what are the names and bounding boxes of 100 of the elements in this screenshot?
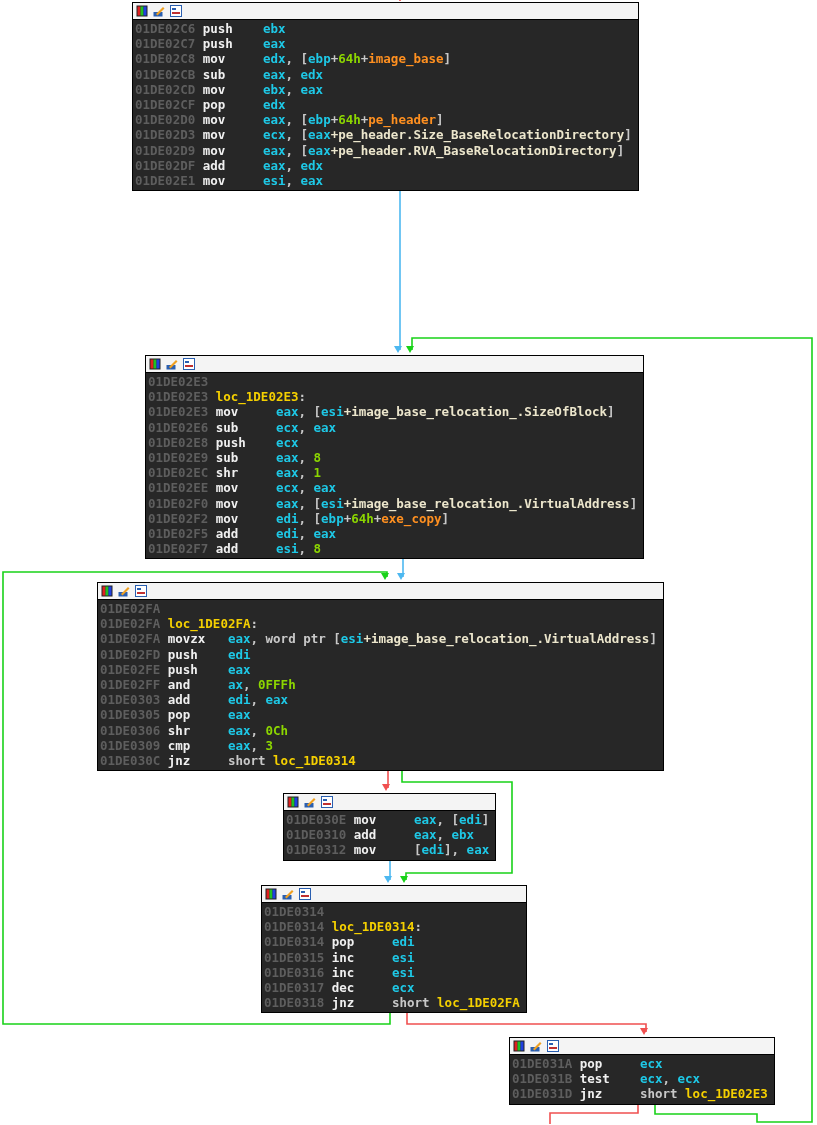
pencil-icon[interactable]	[153, 5, 165, 17]
mnemonic-text: mov	[215, 480, 240, 496]
operand-text: ecx, [eax+pe_header.Size_BaseRelocationDirectory]	[262, 127, 632, 143]
operand-text: short loc_1DE0314	[227, 752, 356, 769]
operand-text: eax, [eax+pe_header.RVA_BaseRelocationDirectory]	[262, 142, 625, 158]
operand-text: eax, edx	[262, 66, 324, 82]
operand-text: edx	[262, 96, 286, 113]
operand-text: eax, [esi+image_base_relocation_.SizeOfBlock]	[275, 404, 615, 420]
operand-text: edi	[227, 646, 251, 662]
operand-text: eax, ebx	[413, 827, 475, 843]
mnemonic-text: mov	[202, 112, 227, 128]
mnemonic-text: pop	[331, 934, 355, 950]
operand-text: eax, 0Ch	[227, 722, 289, 738]
operand-text: edi, eax	[227, 692, 289, 708]
mnemonic-text: sub	[215, 419, 240, 435]
color-grid-icon[interactable]	[265, 888, 277, 900]
operand-text: ecx, eax	[275, 480, 337, 496]
operand-text: eax	[227, 707, 251, 723]
mnemonic-text: inc	[331, 949, 356, 965]
window-icon[interactable]	[135, 585, 147, 597]
mnemonic-text: add	[353, 827, 378, 843]
mnemonic-text: jnz	[579, 1086, 604, 1102]
operand-text: short loc_1DE02FA	[391, 995, 520, 1011]
window-icon[interactable]	[183, 358, 195, 370]
color-grid-icon[interactable]	[136, 5, 148, 17]
operand-text: esi, 8	[275, 541, 322, 557]
mnemonic-text: push	[167, 646, 199, 662]
label-text: loc_1DE02E3:	[215, 389, 307, 405]
mnemonic-text: test	[579, 1071, 611, 1087]
mnemonic-text: sub	[202, 66, 227, 82]
operand-text: esi, eax	[262, 172, 324, 189]
mnemonic-text: inc	[331, 964, 356, 980]
mnemonic-text: movzx	[167, 631, 206, 647]
color-grid-icon[interactable]	[101, 585, 113, 597]
code-block[interactable]	[97, 582, 664, 772]
operand-text: edi	[391, 934, 415, 950]
pencil-icon[interactable]	[530, 1040, 542, 1052]
operand-text: eax, 1	[275, 465, 322, 481]
pencil-icon[interactable]	[304, 796, 316, 808]
operand-text: eax, [edi]	[413, 812, 490, 828]
mnemonic-text: and	[167, 676, 191, 693]
operand-text: esi	[391, 949, 415, 965]
mnemonic-text: mov	[202, 51, 227, 67]
mnemonic-text: add	[167, 692, 192, 708]
color-grid-icon[interactable]	[513, 1040, 525, 1052]
mnemonic-text: push	[167, 661, 199, 677]
operand-text: eax, [esi+image_base_relocation_.VirtualAddress]	[275, 495, 638, 511]
mnemonic-text: push	[202, 21, 234, 37]
operand-text: eax, word ptr [esi+image_base_relocation_.VirtualAddress]	[227, 631, 657, 647]
operand-text: edi, eax	[275, 525, 337, 542]
operand-text: edi, [ebp+64h+exe_copy]	[275, 510, 450, 526]
operand-text: eax, 3	[227, 737, 274, 753]
pencil-icon[interactable]	[166, 358, 178, 370]
operand-text: short loc_1DE02E3	[639, 1086, 768, 1102]
mnemonic-text: pop	[167, 707, 192, 723]
mnemonic-text: mov	[202, 127, 227, 143]
mnemonic-text: mov	[353, 842, 378, 858]
operand-text: ecx	[275, 434, 299, 450]
window-icon[interactable]	[321, 796, 333, 808]
mnemonic-text: mov	[215, 404, 239, 420]
mnemonic-text: push	[202, 36, 234, 52]
mnemonic-text: add	[215, 541, 240, 557]
mnemonic-text: sub	[215, 449, 239, 466]
operand-text: esi	[391, 964, 415, 980]
mnemonic-text: pop	[202, 96, 227, 113]
window-icon[interactable]	[547, 1040, 559, 1052]
mnemonic-text: dec	[331, 979, 356, 996]
mnemonic-text: mov	[215, 495, 240, 511]
operand-text: eax, 8	[275, 449, 322, 466]
mnemonic-text: jnz	[167, 752, 192, 769]
operand-text: ecx, ecx	[639, 1071, 701, 1087]
operand-text: ecx, eax	[275, 419, 337, 435]
operand-text: eax, [ebp+64h+pe_header]	[262, 112, 444, 128]
mnemonic-text: push	[215, 434, 247, 450]
mnemonic-text: mov	[215, 510, 240, 526]
window-icon[interactable]	[299, 888, 311, 900]
color-grid-icon[interactable]	[149, 358, 161, 370]
mnemonic-text: mov	[202, 172, 227, 189]
mnemonic-text: mov	[353, 812, 378, 828]
code-block[interactable]	[132, 2, 639, 192]
mnemonic-text: pop	[579, 1056, 604, 1072]
mnemonic-text: add	[202, 157, 227, 173]
operand-text: ax, 0FFFh	[227, 676, 296, 693]
color-grid-icon[interactable]	[287, 796, 299, 808]
code-block[interactable]	[145, 355, 645, 560]
operand-text: eax	[227, 661, 251, 677]
pencil-icon[interactable]	[282, 888, 294, 900]
mnemonic-text: mov	[202, 81, 227, 97]
mnemonic-text: shr	[167, 722, 192, 738]
label-text: loc_1DE02FA:	[167, 616, 259, 632]
operand-text: [edi], eax	[413, 842, 490, 858]
operand-text: ecx	[639, 1056, 663, 1072]
operand-text: ecx	[391, 979, 415, 996]
operand-text: ebx	[262, 21, 286, 37]
operand-text: eax, edx	[262, 157, 324, 173]
pencil-icon[interactable]	[118, 585, 130, 597]
operand-text: eax	[262, 36, 286, 52]
mnemonic-text: mov	[202, 142, 227, 158]
window-icon[interactable]	[170, 5, 182, 17]
mnemonic-text: cmp	[167, 737, 192, 753]
